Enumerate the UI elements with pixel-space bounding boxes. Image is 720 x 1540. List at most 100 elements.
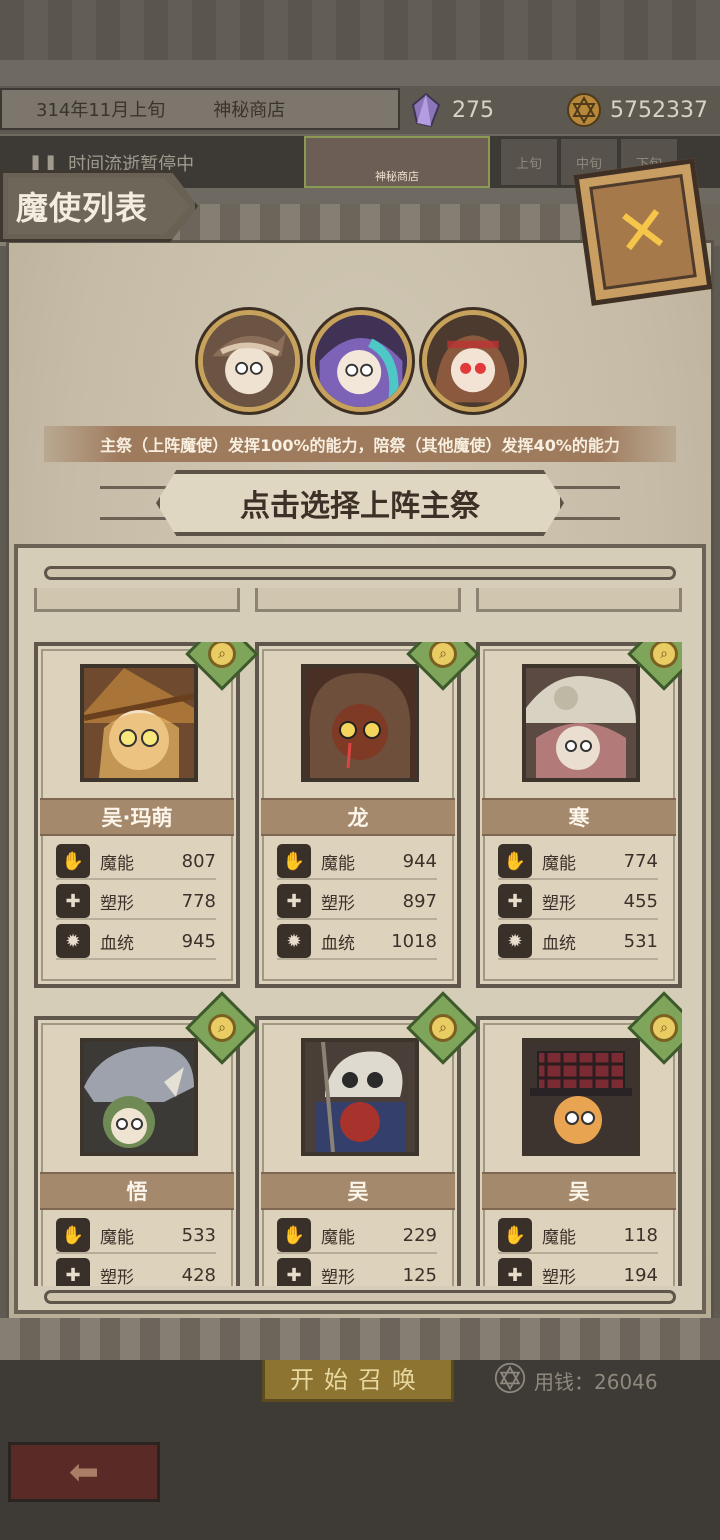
character-name: 龙 <box>261 798 455 836</box>
body-shape-icon: ✚ <box>498 884 532 918</box>
blood-value: 1018 <box>391 930 437 952</box>
character-portrait <box>301 1038 419 1156</box>
date-text: 314年11月上旬 <box>36 100 166 121</box>
magic-claw-icon: ✋ <box>277 1218 311 1252</box>
summon-cost: 用钱：26046 <box>494 1362 658 1399</box>
body-shape-icon: ✚ <box>56 1258 90 1286</box>
blood-value: 945 <box>181 930 216 952</box>
crystal-value: 275 <box>452 97 494 123</box>
select-main-priest-banner: 点击选择上阵主祭 <box>156 470 564 536</box>
stat-blood: ✹ 血统 531 <box>498 924 658 960</box>
body-shape-icon: ✚ <box>277 884 311 918</box>
role-info-strip: 主祭（上阵魔使）发挥100%的能力，陪祭（其他魔使）发挥40%的能力 <box>44 426 676 462</box>
stat-magic: ✋ 魔能 774 <box>498 844 658 880</box>
peek-card <box>255 588 461 612</box>
stat-magic: ✋ 魔能 807 <box>56 844 216 880</box>
shape-value: 125 <box>402 1264 437 1286</box>
body-shape-icon: ✚ <box>277 1258 311 1286</box>
character-card-4[interactable]: ⌕ 悟 ✋ 魔能 533 ✚ 塑形 428 <box>34 991 259 1286</box>
magnifier-icon: ⌕ <box>650 642 678 668</box>
stat-magic: ✋ 魔能 533 <box>56 1218 216 1254</box>
blood-value: 531 <box>623 930 658 952</box>
peek-card <box>34 588 240 612</box>
shop-thumbnail: 神秘商店 <box>304 136 490 188</box>
crystal-icon <box>408 92 444 128</box>
character-card-3[interactable]: ⌕ 寒 ✋ 魔能 774 ✚ 塑形 455 ✹ 血统 531 <box>476 642 682 988</box>
magic-claw-icon: ✋ <box>498 1218 532 1252</box>
stat-magic: ✋ 魔能 944 <box>277 844 437 880</box>
character-portrait <box>80 1038 198 1156</box>
back-arrow-icon: ⬅ <box>68 1451 100 1493</box>
scroll-rod-bottom <box>44 1290 676 1304</box>
cost-text: 用钱：26046 <box>534 1370 658 1394</box>
location-text: 神秘商店 <box>213 100 286 121</box>
magic-claw-icon: ✋ <box>277 844 311 878</box>
coin-icon <box>566 92 602 128</box>
coin-value: 5752337 <box>610 97 708 123</box>
team-portrait-3 <box>427 315 519 407</box>
stat-shape: ✚ 塑形 455 <box>498 884 658 920</box>
tab-period-early: 上旬 <box>500 138 558 186</box>
coin-counter: 5752337 <box>566 92 708 128</box>
bloodline-gear-icon: ✹ <box>277 924 311 958</box>
shape-value: 428 <box>181 1264 216 1286</box>
body-shape-icon: ✚ <box>56 884 90 918</box>
team-portrait-1 <box>203 315 295 407</box>
team-slots <box>198 310 524 414</box>
character-grid[interactable]: ⌕ 吴·玛萌 ✋ 魔能 807 ✚ 塑形 778 ✹ 血统 945 ⌕ 龙 ✋ … <box>34 642 682 1286</box>
character-portrait <box>301 664 419 782</box>
cost-coin-icon <box>494 1362 526 1399</box>
stat-shape: ✚ 塑形 125 <box>277 1258 437 1286</box>
back-arrow-button: ⬅ <box>8 1442 160 1502</box>
team-slot-2[interactable] <box>310 310 412 412</box>
magic-claw-icon: ✋ <box>56 1218 90 1252</box>
magic-claw-icon: ✋ <box>498 844 532 878</box>
stat-magic: ✋ 魔能 118 <box>498 1218 658 1254</box>
shape-value: 194 <box>623 1264 658 1286</box>
shape-value: 897 <box>402 890 437 912</box>
bloodline-gear-icon: ✹ <box>498 924 532 958</box>
stat-blood: ✹ 血统 1018 <box>277 924 437 960</box>
team-slot-3[interactable] <box>422 310 524 412</box>
shape-value: 778 <box>181 890 216 912</box>
bloodline-gear-icon: ✹ <box>56 924 90 958</box>
body-shape-icon: ✚ <box>498 1258 532 1286</box>
character-card-2[interactable]: ⌕ 龙 ✋ 魔能 944 ✚ 塑形 897 ✹ 血统 1018 <box>255 642 480 988</box>
stat-shape: ✚ 塑形 428 <box>56 1258 216 1286</box>
magnifier-icon: ⌕ <box>208 1014 236 1042</box>
close-icon: ✕ <box>589 173 697 291</box>
magnifier-icon: ⌕ <box>208 642 236 668</box>
crystal-counter: 275 <box>408 92 494 128</box>
stat-blood: ✹ 血统 945 <box>56 924 216 960</box>
stat-shape: ✚ 塑形 778 <box>56 884 216 920</box>
shape-value: 455 <box>623 890 658 912</box>
character-name: 吴 <box>261 1172 455 1210</box>
character-card-1[interactable]: ⌕ 吴·玛萌 ✋ 魔能 807 ✚ 塑形 778 ✹ 血统 945 <box>34 642 259 988</box>
top-decor-band <box>0 0 720 60</box>
date-box: 314年11月上旬 神秘商店 <box>0 88 400 130</box>
magic-value: 807 <box>181 850 216 872</box>
stat-shape: ✚ 塑形 897 <box>277 884 437 920</box>
modal-title: 魔使列表 <box>8 178 190 234</box>
character-card-6[interactable]: ⌕ 吴 ✋ 魔能 118 ✚ 塑形 194 <box>476 991 682 1286</box>
character-portrait <box>80 664 198 782</box>
close-button[interactable]: ✕ <box>573 158 713 306</box>
stat-magic: ✋ 魔能 229 <box>277 1218 437 1254</box>
previous-row-peek <box>34 588 682 614</box>
magnifier-icon: ⌕ <box>650 1014 678 1042</box>
character-card-5[interactable]: ⌕ 吴 ✋ 魔能 229 ✚ 塑形 125 <box>255 991 480 1286</box>
magic-value: 533 <box>181 1224 216 1246</box>
character-portrait <box>522 664 640 782</box>
character-name: 吴·玛萌 <box>40 798 234 836</box>
scroll-rod-top <box>44 566 676 580</box>
peek-card <box>476 588 682 612</box>
modal-title-tab: 魔使列表 <box>0 170 198 242</box>
magic-value: 229 <box>402 1224 437 1246</box>
magnifier-icon: ⌕ <box>429 642 457 668</box>
magic-value: 944 <box>402 850 437 872</box>
magic-value: 774 <box>623 850 658 872</box>
magnifier-icon: ⌕ <box>429 1014 457 1042</box>
shop-thumb-label: 神秘商店 <box>375 170 419 183</box>
character-name: 悟 <box>40 1172 234 1210</box>
team-slot-1[interactable] <box>198 310 300 412</box>
